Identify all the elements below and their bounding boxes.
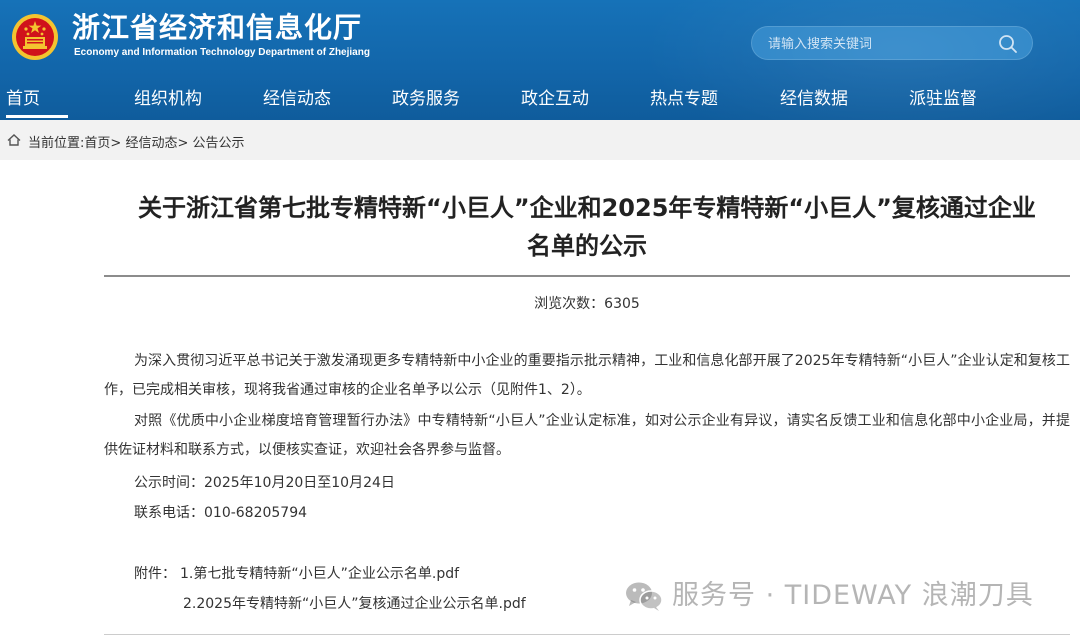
attachment-link-1[interactable]: 1.第七批专精特新“小巨人”企业公示名单.pdf [180, 563, 459, 583]
nav-item-topics[interactable]: 热点专题 [650, 84, 718, 118]
site-subtitle: Economy and Information Technology Depar… [74, 47, 370, 58]
contact-phone: 联系电话：010-68205794 [134, 505, 308, 521]
article-paragraph-2: 对照《优质中小企业梯度培育管理暂行办法》中专精特新“小巨人”企业认定标准，如对公… [104, 413, 1070, 458]
nav-item-supervision[interactable]: 派驻监督 [909, 84, 977, 118]
nav-item-gov-services[interactable]: 政务服务 [392, 84, 460, 118]
nav-item-organization[interactable]: 组织机构 [134, 84, 202, 118]
search-input[interactable] [766, 27, 990, 61]
attachment-link-2[interactable]: 2.2025年专精特新“小巨人”复核通过企业公示名单.pdf [183, 593, 526, 613]
search-icon[interactable] [998, 34, 1018, 54]
site-header: 浙江省经济和信息化厅 Economy and Information Techn… [0, 0, 1080, 120]
breadcrumb-separator: > [110, 136, 122, 151]
breadcrumb: 当前位置:首页> 经信动态> 公告公示 [0, 120, 1080, 160]
article-title-line2: 名单的公示 [527, 232, 647, 260]
search-box [751, 26, 1033, 61]
breadcrumb-trail: 当前位置:首页> 经信动态> 公告公示 [28, 132, 245, 151]
nav-item-data[interactable]: 经信数据 [780, 84, 848, 118]
breadcrumb-separator: > [177, 136, 189, 151]
article-title: 关于浙江省第七批专精特新“小巨人”企业和2025年专精特新“小巨人”复核通过企业… [104, 189, 1070, 265]
breadcrumb-notices[interactable]: 公告公示 [193, 136, 245, 151]
site-title[interactable]: 浙江省经济和信息化厅 [72, 10, 362, 46]
home-icon [7, 134, 21, 146]
bottom-divider [104, 634, 1070, 635]
attachments-label: 附件： [134, 566, 176, 582]
publish-time: 公示时间：2025年10月20日至10月24日 [134, 475, 395, 491]
nav-item-interaction[interactable]: 政企互动 [521, 84, 589, 118]
breadcrumb-home[interactable]: 首页 [84, 136, 110, 151]
title-divider [104, 275, 1070, 277]
view-count: 浏览次数：6305 [534, 296, 640, 312]
article-title-line1: 关于浙江省第七批专精特新“小巨人”企业和2025年专精特新“小巨人”复核通过企业 [138, 194, 1036, 222]
breadcrumb-prefix: 当前位置: [28, 136, 85, 151]
breadcrumb-news[interactable]: 经信动态 [125, 136, 177, 151]
nav-item-home[interactable]: 首页 [6, 84, 68, 118]
wechat-icon [626, 582, 663, 611]
national-emblem-icon [12, 14, 58, 60]
nav-item-news[interactable]: 经信动态 [263, 84, 331, 118]
main-nav: 首页 组织机构 经信动态 政务服务 政企互动 热点专题 经信数据 派驻监督 [0, 84, 1080, 120]
article-paragraph-1: 为深入贯彻习近平总书记关于激发涌现更多专精特新中小企业的重要指示批示精神，工业和… [104, 353, 1070, 398]
watermark-text: 服务号 · TIDEWAY 浪潮刀具 [672, 580, 1034, 611]
